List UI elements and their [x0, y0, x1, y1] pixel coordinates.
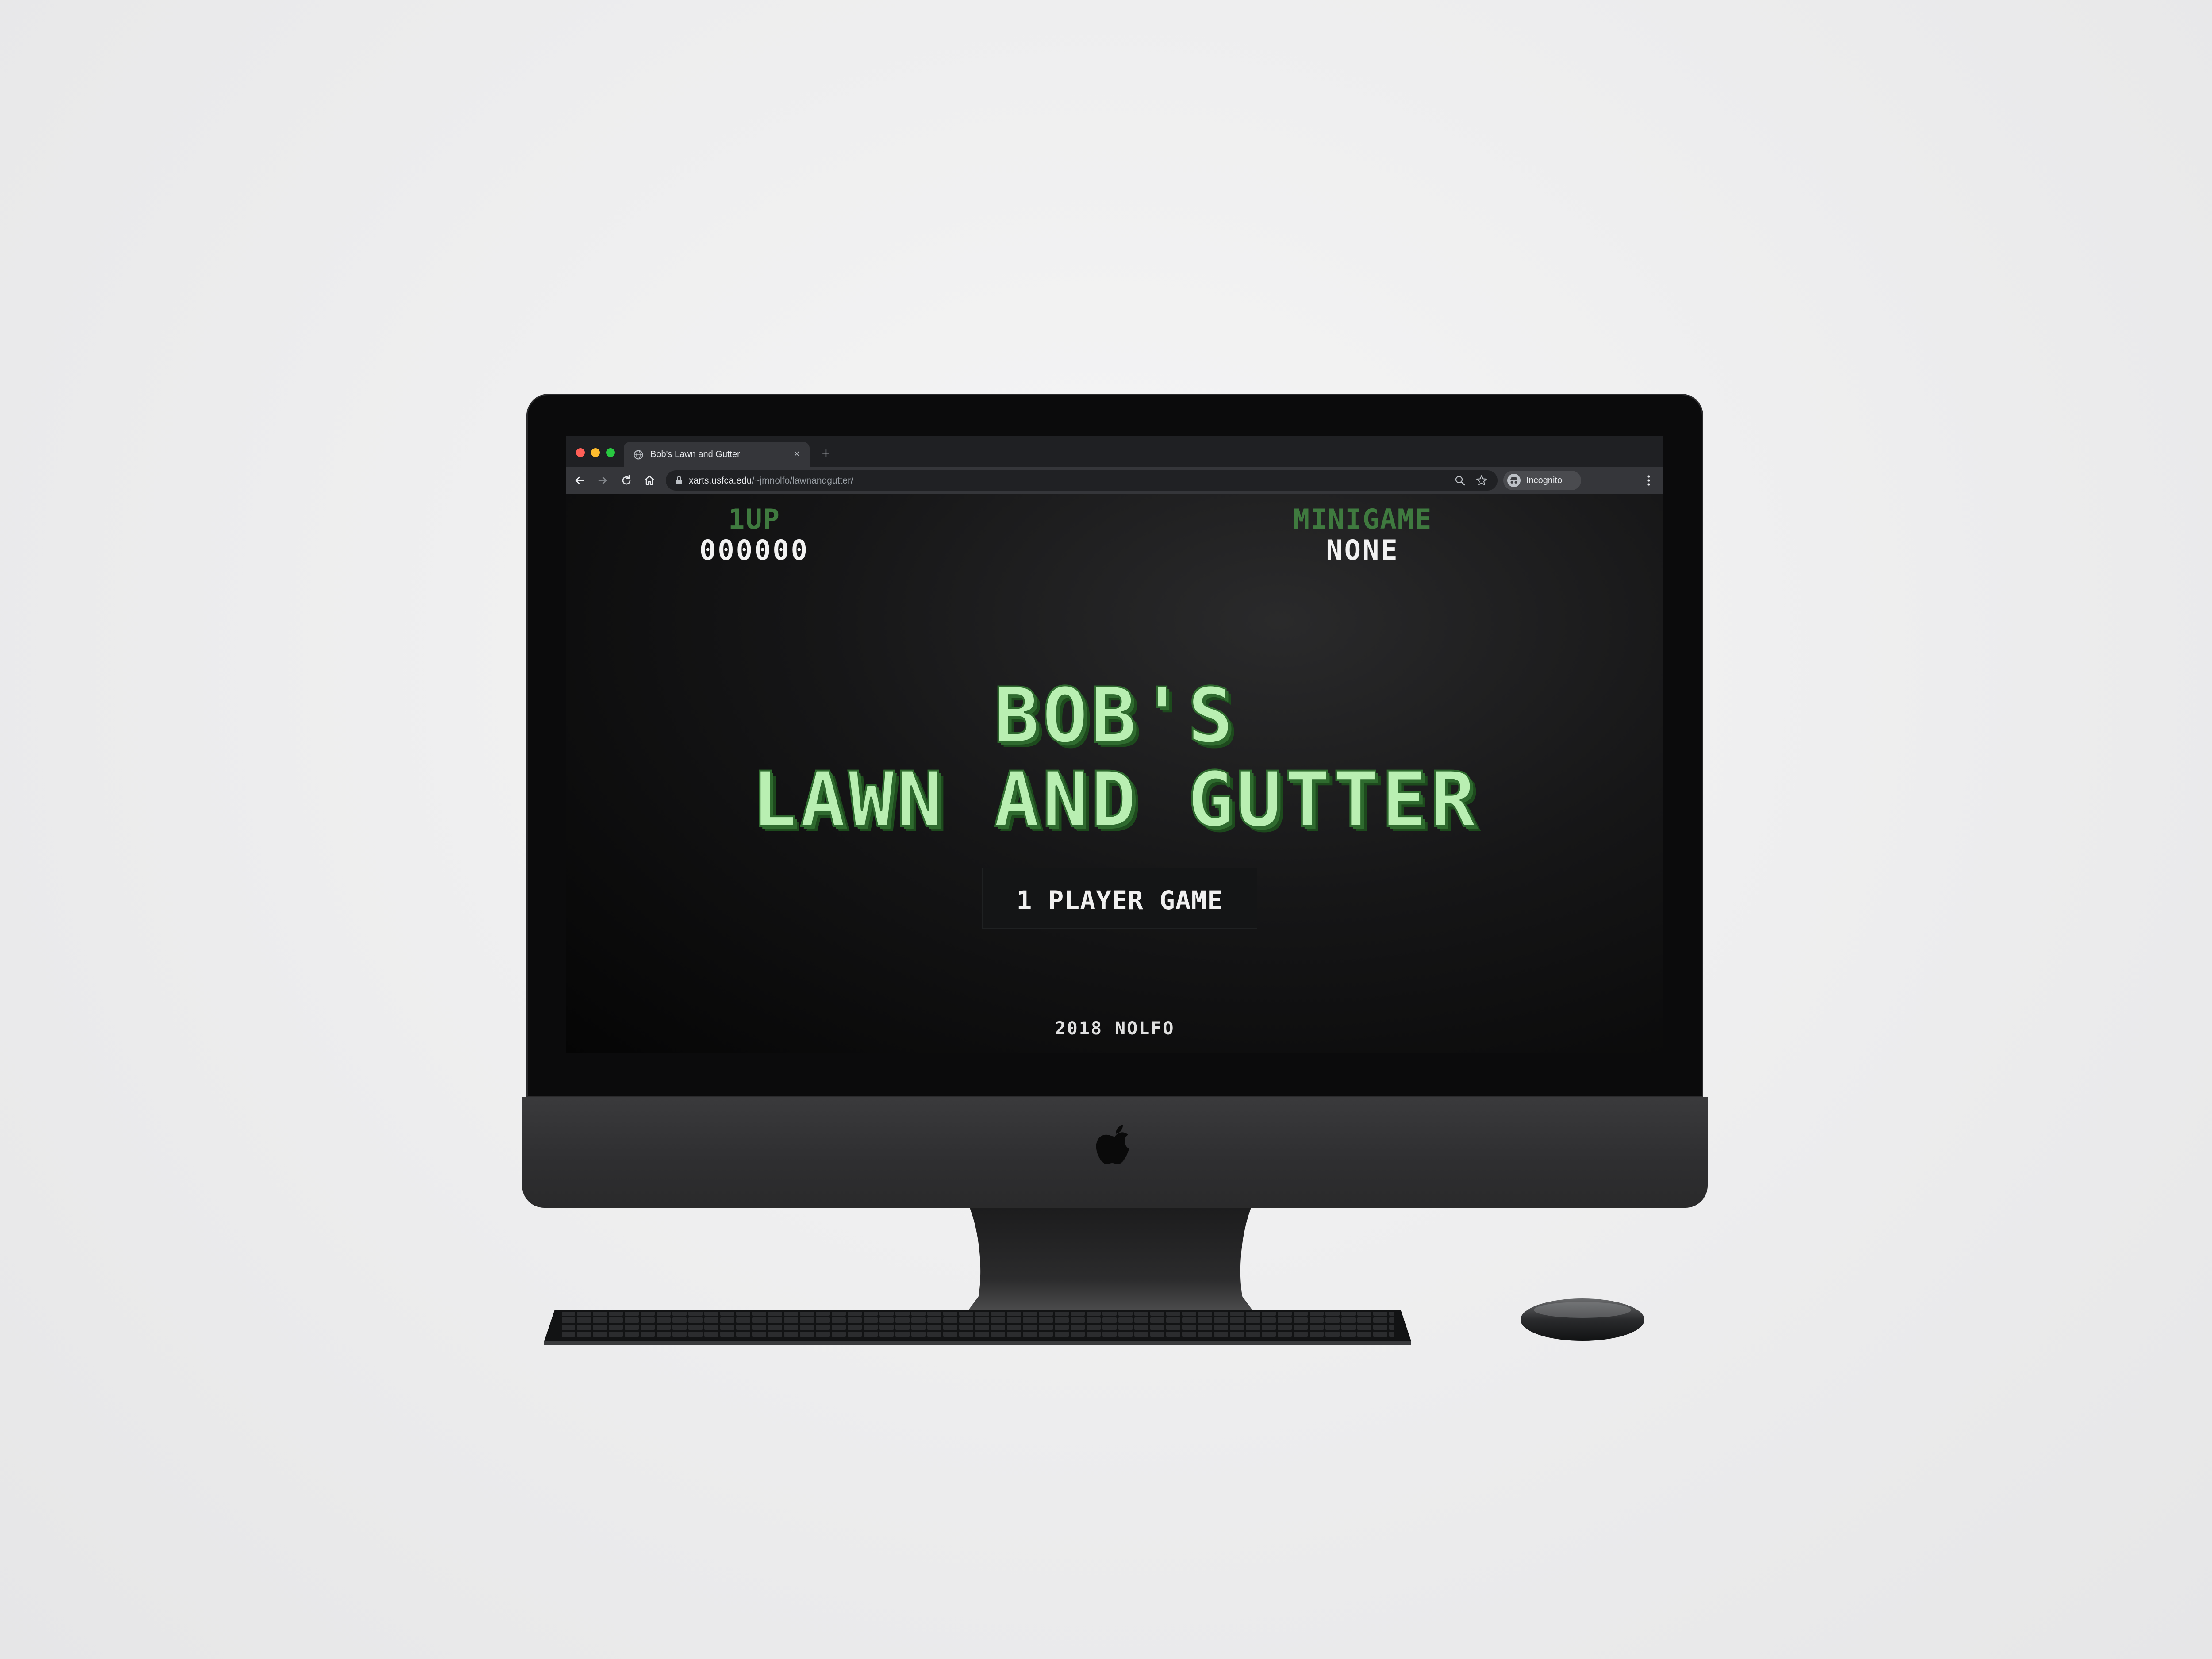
game-title-line-1: BOB'S — [993, 670, 1236, 761]
keyboard — [544, 1310, 1411, 1345]
tab-active[interactable]: Bob's Lawn and Gutter × — [624, 442, 810, 467]
maximize-window-button[interactable] — [606, 448, 615, 457]
more-menu-icon[interactable] — [1641, 473, 1656, 488]
address-bar[interactable]: xarts.usfca.edu/~jmnolfo/lawnandgutter/ — [666, 470, 1498, 491]
url-text: xarts.usfca.edu/~jmnolfo/lawnandgutter/ — [689, 476, 853, 486]
browser-toolbar: xarts.usfca.edu/~jmnolfo/lawnandgutter/ … — [566, 467, 1663, 494]
tab-title: Bob's Lawn and Gutter — [650, 449, 740, 459]
minimize-window-button[interactable] — [591, 448, 600, 457]
player-score: 000000 — [699, 534, 809, 566]
start-button-label: 1 PLAYER GAME — [1016, 885, 1223, 915]
minigame-label: MINIGAME — [1293, 503, 1432, 535]
apple-logo-icon — [1096, 1125, 1129, 1164]
url-domain: xarts.usfca.edu — [689, 476, 752, 486]
lock-icon — [676, 476, 682, 484]
browser-tab-bar: Bob's Lawn and Gutter × + — [566, 436, 1663, 467]
minigame-value: NONE — [1326, 534, 1399, 566]
profile-label: Incognito — [1526, 476, 1563, 485]
game-title-line-2: LAWN AND GUTTER — [750, 754, 1479, 845]
new-tab-button[interactable]: + — [818, 445, 833, 461]
home-icon[interactable] — [642, 473, 657, 488]
reload-icon[interactable] — [619, 473, 634, 488]
credits-text: 2018 NOLFO — [1055, 1018, 1175, 1039]
incognito-profile-button[interactable]: Incognito — [1503, 471, 1581, 490]
url-path: /~jmnolfo/lawnandgutter/ — [752, 476, 853, 486]
mouse — [1521, 1298, 1644, 1341]
screen: Bob's Lawn and Gutter × + xarts.usfca.ed… — [566, 436, 1663, 1053]
tab-close-button[interactable]: × — [790, 447, 803, 461]
incognito-icon — [1507, 474, 1521, 487]
globe-icon — [634, 450, 643, 460]
back-arrow-icon[interactable] — [572, 473, 587, 488]
star-icon[interactable] — [1475, 474, 1488, 487]
forward-arrow-icon[interactable] — [595, 473, 610, 488]
zoom-icon[interactable] — [1454, 475, 1466, 486]
game-page: 1UP 000000 MINIGAME NONE BOB'S LAWN AND … — [566, 494, 1663, 1053]
monitor-stand — [969, 1208, 1252, 1310]
player-label: 1UP — [728, 503, 780, 535]
one-player-game-button[interactable]: 1 PLAYER GAME — [982, 868, 1257, 929]
close-window-button[interactable] — [576, 448, 585, 457]
